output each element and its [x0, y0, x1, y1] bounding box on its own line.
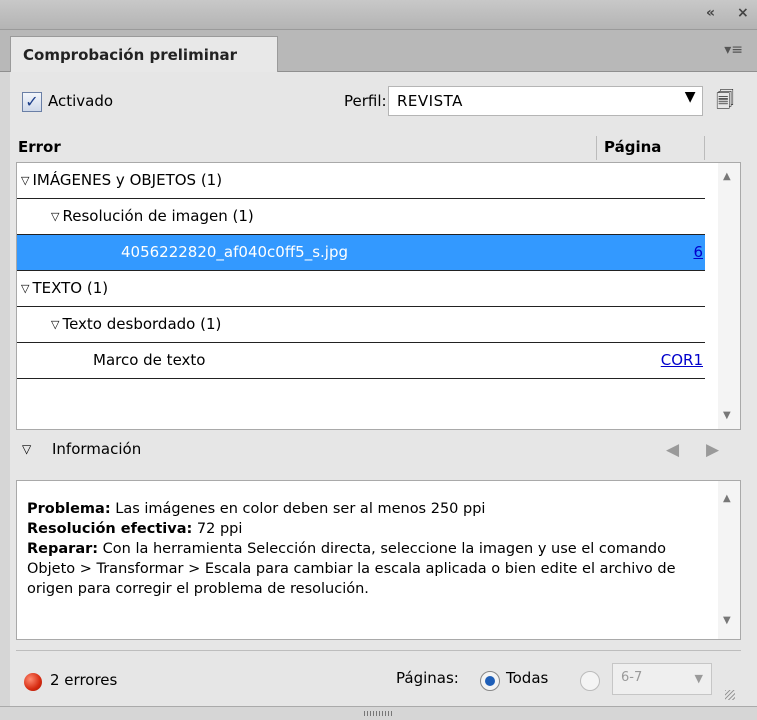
scroll-down-icon[interactable]: ▼ — [723, 611, 731, 631]
top-row: ✓ Activado Perfil: REVISTA ▼ 🗐 — [22, 86, 742, 116]
info-fix: Reparar: Con la herramienta Selección di… — [27, 539, 712, 599]
profile-label: Perfil: — [344, 92, 387, 110]
list-item[interactable]: ▽ Resolución de imagen (1) — [17, 199, 705, 235]
disclosure-triangle-icon[interactable]: ▽ — [21, 282, 29, 295]
next-arrow-icon[interactable]: ▶ — [706, 440, 719, 460]
close-icon[interactable]: × — [737, 5, 749, 21]
list-item-label: TEXTO (1) — [32, 279, 109, 297]
list-item-label: 4056222820_af040c0ff5_s.jpg — [121, 243, 348, 261]
disclosure-triangle-icon[interactable]: ▽ — [22, 442, 31, 456]
profile-dropdown[interactable]: REVISTA ▼ — [388, 86, 703, 116]
scroll-up-icon[interactable]: ▲ — [723, 489, 731, 509]
disclosure-triangle-icon[interactable]: ▽ — [51, 318, 59, 331]
page-range-dropdown[interactable]: 6-7 ▼ — [612, 663, 712, 695]
page-range-value: 6-7 — [621, 670, 643, 685]
problem-label: Problema: — [27, 501, 111, 517]
panel-menu-icon[interactable]: ▾≡ — [724, 42, 743, 58]
double-chevron-left-icon[interactable]: « — [706, 5, 715, 21]
list-scrollbar[interactable]: ▲ ▼ — [718, 163, 740, 429]
profile-definitions-icon[interactable]: 🗐 — [712, 88, 738, 116]
scroll-down-icon[interactable]: ▼ — [723, 410, 731, 421]
scroll-up-icon[interactable]: ▲ — [723, 171, 731, 182]
column-divider — [704, 136, 705, 160]
page-link[interactable]: 6 — [693, 243, 703, 261]
pages-label: Páginas: — [396, 669, 459, 687]
pages-all-label: Todas — [506, 669, 549, 687]
tab-strip: Comprobación preliminar ▾≡ — [0, 30, 757, 73]
info-box: Problema: Las imágenes en color deben se… — [16, 480, 741, 640]
info-scrollbar[interactable]: ▲ ▼ — [718, 481, 740, 639]
activated-checkbox[interactable]: ✓ — [22, 92, 42, 112]
previous-arrow-icon[interactable]: ◀ — [666, 440, 679, 460]
error-status-icon — [24, 673, 42, 691]
list-column-header: Error Página — [16, 134, 741, 160]
resolution-label: Resolución efectiva: — [27, 521, 193, 537]
column-divider — [596, 136, 597, 160]
chevron-down-icon: ▼ — [694, 672, 703, 685]
problem-text: Las imágenes en color deben ser al menos… — [110, 501, 486, 517]
list-item-label: Marco de texto — [93, 351, 206, 369]
list-item[interactable]: ▽ IMÁGENES y OBJETOS (1) — [17, 163, 705, 199]
info-section-header: ▽ Información ◀ ▶ — [16, 438, 741, 468]
drag-handle-icon[interactable] — [364, 711, 394, 716]
error-list: ▽ IMÁGENES y OBJETOS (1) ▽ Resolución de i… — [16, 162, 741, 430]
fix-text: Con la herramienta Selección directa, se… — [27, 541, 676, 597]
status-footer: 2 errores Páginas: Todas 6-7 ▼ — [16, 650, 741, 704]
preflight-panel: ✓ Activado Perfil: REVISTA ▼ 🗐 Error Pág… — [10, 72, 757, 720]
list-item[interactable]: ▽ Texto desbordado (1) — [17, 307, 705, 343]
error-count[interactable]: 2 errores — [50, 671, 117, 689]
chevron-down-icon: ▼ — [684, 89, 696, 105]
column-page[interactable]: Página — [604, 138, 661, 156]
list-item[interactable]: ▽ TEXTO (1) — [17, 271, 705, 307]
column-error[interactable]: Error — [18, 138, 61, 156]
list-item-label: IMÁGENES y OBJETOS (1) — [32, 171, 223, 189]
panel-bottom-bar — [0, 706, 757, 720]
info-problem: Problema: Las imágenes en color deben se… — [27, 499, 712, 519]
list-item-label: Texto desbordado (1) — [62, 315, 222, 333]
list-item[interactable]: Marco de texto COR1 — [17, 343, 705, 379]
list-item-label: Resolución de imagen (1) — [62, 207, 254, 225]
activated-label: Activado — [48, 92, 114, 110]
pages-range-radio[interactable] — [580, 671, 600, 691]
disclosure-triangle-icon[interactable]: ▽ — [21, 174, 29, 187]
pages-all-radio[interactable] — [480, 671, 500, 691]
disclosure-triangle-icon[interactable]: ▽ — [51, 210, 59, 223]
resolution-text: 72 ppi — [192, 521, 243, 537]
profile-value: REVISTA — [397, 92, 463, 110]
info-label[interactable]: Información — [52, 440, 141, 458]
page-link[interactable]: COR1 — [661, 351, 703, 369]
fix-label: Reparar: — [27, 541, 99, 557]
info-resolution: Resolución efectiva: 72 ppi — [27, 519, 712, 539]
list-item-selected[interactable]: 4056222820_af040c0ff5_s.jpg 6 — [17, 235, 705, 271]
panel-titlebar: « × — [0, 0, 757, 30]
resize-grip-icon[interactable] — [725, 690, 735, 700]
tab-preflight[interactable]: Comprobación preliminar — [10, 36, 278, 73]
